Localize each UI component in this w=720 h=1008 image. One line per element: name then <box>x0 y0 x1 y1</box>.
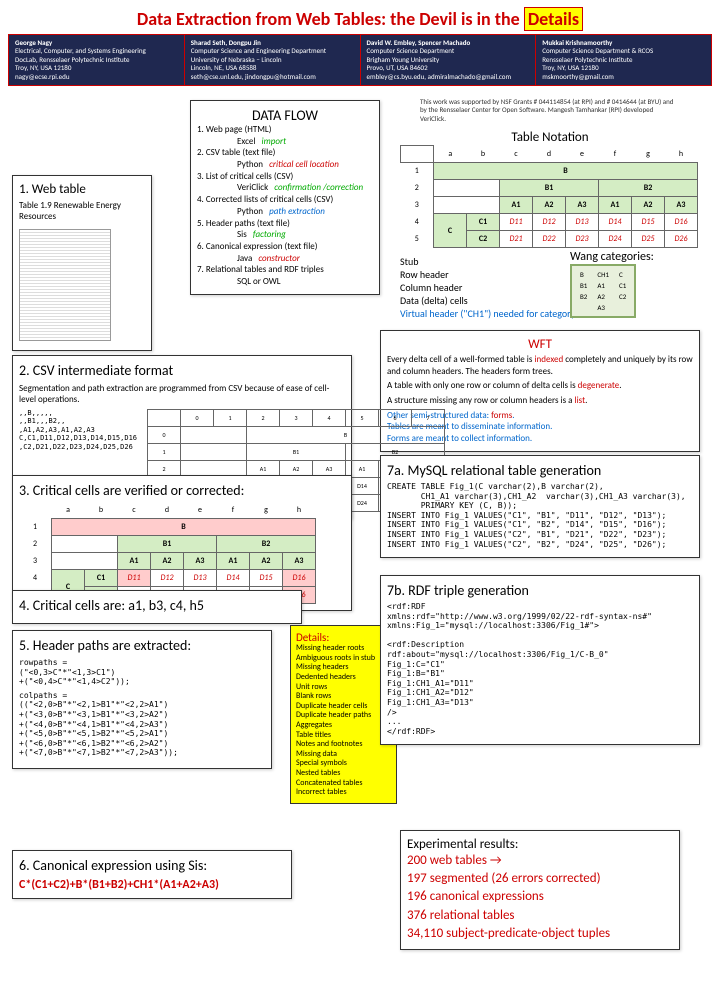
table-notation: Table Notation abcdefgh1B2B1B23A1A2A3A1A… <box>400 130 700 248</box>
wang-categories: Wang categories: BCH1CB1A1C1B2A2C2A3 <box>570 250 654 318</box>
critical-cells-box: 4. Critical cells are: a1, b3, c4, h5 <box>12 590 302 624</box>
data-flow-box: DATA FLOW 1. Web page (HTML)Excel import… <box>190 100 380 295</box>
results-box: Experimental results: 200 web tables →19… <box>400 830 680 950</box>
page-title: Data Extraction from Web Tables: the Dev… <box>8 8 712 30</box>
mysql-box: 7a. MySQL relational table generation CR… <box>380 455 700 558</box>
rdf-box: 7b. RDF triple generation <rdf:RDF xmlns… <box>380 575 700 745</box>
canonical-box: 6. Canonical expression using Sis: C*(C1… <box>12 850 292 899</box>
header-paths-box: 5. Header paths are extracted: rowpaths … <box>12 630 272 769</box>
grant-text: This work was supported by NSF Grants # … <box>420 98 680 123</box>
authors-block: George NagyElectrical, Computer, and Sys… <box>8 34 712 86</box>
notation-labels: Stub Row header Column header Data (delt… <box>400 255 589 320</box>
web-table-box: 1. Web table Table 1.9 Renewable Energy … <box>12 175 152 351</box>
